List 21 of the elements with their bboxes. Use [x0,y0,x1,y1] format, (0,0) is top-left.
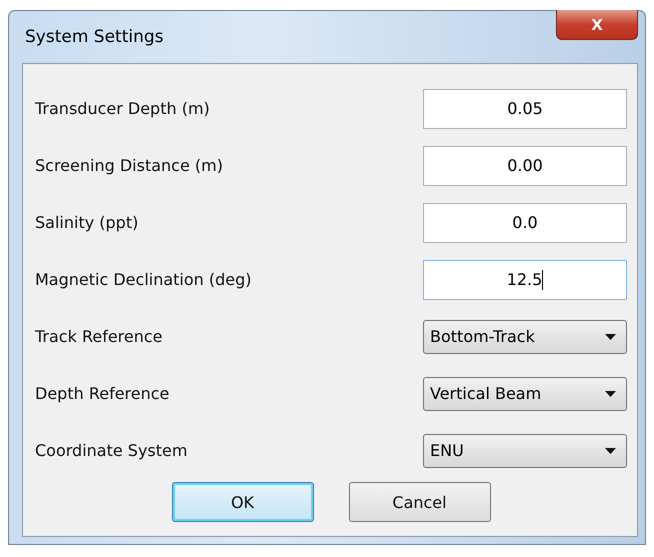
dialog-button[interactable]: Cancel [348,482,490,522]
setting-label: Salinity (ppt) [35,213,138,232]
dropdown-arrow-icon [605,390,616,396]
input-field[interactable]: 0.05 [423,88,627,128]
dropdown[interactable]: Vertical Beam [423,376,627,410]
setting-label: Transducer Depth (m) [35,99,210,118]
setting-label: Depth Reference [35,384,170,403]
setting-label: Screening Distance (m) [35,156,223,175]
dropdown[interactable]: Bottom-Track [423,320,627,354]
setting-label: Coordinate System [35,441,188,460]
dropdown-arrow-icon [605,448,616,454]
setting-label: Track Reference [35,327,163,346]
dropdown[interactable]: ENU [423,434,627,468]
dropdown-arrow-icon [605,334,616,340]
setting-label: Magnetic Declination (deg) [35,270,252,289]
dialog-button[interactable]: OK [172,482,314,522]
input-field[interactable]: 0.00 [423,146,627,186]
close-button[interactable]: X [556,10,638,40]
input-field[interactable]: 12.5 [423,260,627,300]
input-field[interactable]: 0.0 [423,202,627,242]
window-title: System Settings [24,27,164,47]
